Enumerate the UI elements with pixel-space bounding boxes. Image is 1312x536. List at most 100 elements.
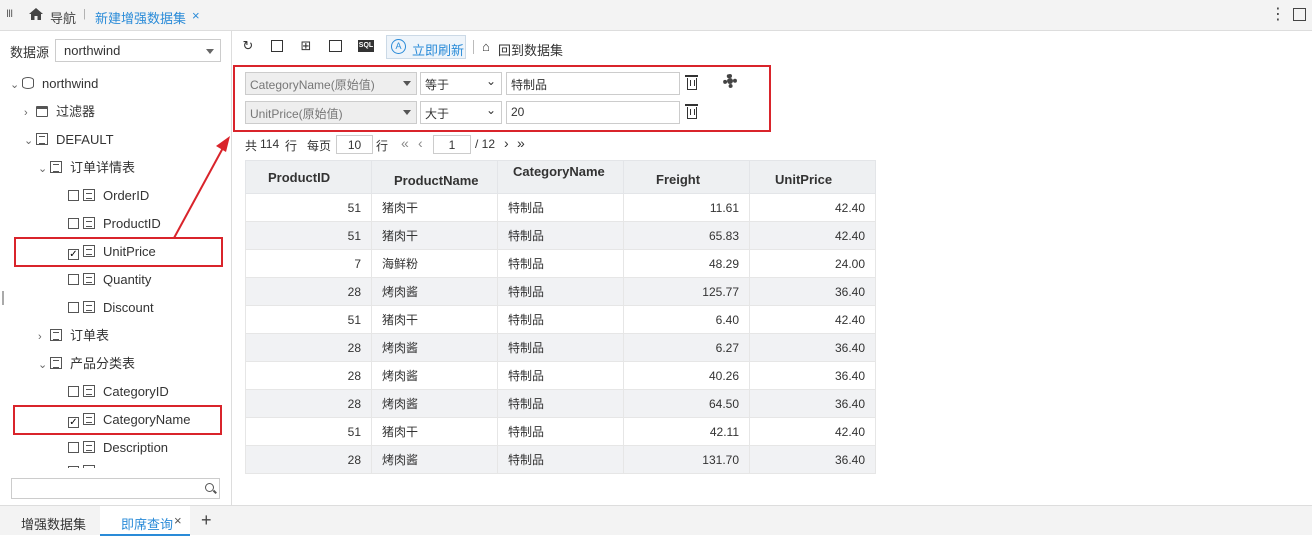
table-cell: 海鲜粉 (371, 249, 498, 278)
checkbox[interactable] (68, 274, 79, 285)
table-cell: 36.40 (749, 445, 876, 474)
filter-operator-select[interactable]: 大于 ⌄ (420, 101, 502, 124)
top-bar: III 导航 | 新建增强数据集 × ⋮ (0, 0, 1312, 31)
delete-icon[interactable] (685, 104, 698, 119)
filter-value-input[interactable]: 特制品 (506, 72, 680, 95)
chevron-down-icon[interactable]: ⌄ (38, 355, 50, 375)
checkbox[interactable] (68, 190, 79, 201)
refresh-now-label[interactable]: 立即刷新 (412, 40, 464, 59)
column-header[interactable]: ProductID (245, 160, 372, 194)
field-quantity[interactable]: Quantity (68, 270, 151, 290)
filter-field-select[interactable]: UnitPrice(原始值) (245, 101, 417, 124)
delete-icon[interactable] (685, 75, 698, 90)
highlight-box-categoryname (13, 405, 222, 435)
datasource-panel: 数据源 northwind ⌄ northwind › 过滤器 ⌄ DEFAULT ⌄… (0, 31, 232, 505)
chevron-down-icon: ⌄ (485, 74, 496, 88)
table-row[interactable]: 28 烤肉酱 特制品 131.70 36.40 (245, 445, 876, 474)
field-discount[interactable]: Discount (68, 298, 154, 318)
table-cell: 42.11 (623, 417, 750, 446)
hierarchy-icon[interactable]: ⊞ (299, 39, 313, 53)
menu-icon[interactable]: III (6, 8, 13, 20)
chevron-right-icon[interactable]: › (38, 327, 50, 347)
column-header[interactable]: Freight (623, 160, 750, 194)
tree-item-order-details[interactable]: ⌄ 订单详情表 (38, 158, 135, 178)
table-row[interactable]: 51 猪肉干 特制品 11.61 42.40 (245, 193, 876, 222)
close-icon[interactable]: × (174, 513, 182, 528)
tab-adhoc-query[interactable]: 即席查询 (121, 514, 173, 533)
table-row[interactable]: 51 猪肉干 特制品 6.40 42.40 (245, 305, 876, 334)
more-icon[interactable]: ⋮ (1270, 4, 1286, 24)
table-cell: 特制品 (497, 193, 624, 222)
tree-item-northwind[interactable]: ⌄ northwind (10, 74, 98, 94)
table-cell: 51 (245, 305, 372, 334)
table-row[interactable]: 28 烤肉酱 特制品 64.50 36.40 (245, 389, 876, 418)
maximize-icon[interactable] (1293, 8, 1306, 21)
table-row[interactable]: 28 烤肉酱 特制品 6.27 36.40 (245, 333, 876, 362)
nav-link[interactable]: 导航 (50, 8, 76, 27)
tree-item-default[interactable]: ⌄ DEFAULT (24, 130, 114, 150)
filter-field-select[interactable]: CategoryName(原始值) (245, 72, 417, 95)
prev-page-icon[interactable]: ‹ (418, 135, 423, 151)
save-icon[interactable] (271, 40, 283, 52)
field-icon (83, 385, 95, 397)
caret-down-icon (403, 81, 411, 86)
chevron-right-icon[interactable]: › (24, 103, 36, 123)
last-page-icon[interactable]: » (517, 135, 525, 151)
first-page-icon[interactable]: « (401, 135, 409, 151)
checkbox[interactable] (68, 218, 79, 229)
table-cell: 24.00 (749, 249, 876, 278)
table-row[interactable]: 28 烤肉酱 特制品 125.77 36.40 (245, 277, 876, 306)
field-description[interactable]: Description (68, 438, 168, 458)
field-productid[interactable]: ProductID (68, 214, 161, 234)
search-icon[interactable] (205, 483, 214, 492)
field-categoryid[interactable]: CategoryID (68, 382, 169, 402)
chevron-down-icon[interactable]: ⌄ (10, 75, 22, 95)
field-search-input[interactable] (11, 478, 220, 499)
field-orderid[interactable]: OrderID (68, 186, 149, 206)
caret-down-icon (206, 49, 214, 54)
checkbox[interactable] (68, 302, 79, 313)
table-cell: 烤肉酱 (371, 277, 498, 306)
add-tab-icon[interactable]: + (201, 510, 212, 531)
page-number-input[interactable]: 1 (433, 135, 471, 154)
tree-item-filters[interactable]: › 过滤器 (24, 102, 95, 122)
filter-value-input[interactable]: 20 (506, 101, 680, 124)
table-view-icon[interactable] (329, 40, 342, 52)
tab-close-icon[interactable]: × (192, 8, 200, 23)
gear-icon[interactable] (723, 74, 737, 88)
chevron-down-icon[interactable]: ⌄ (38, 159, 50, 179)
column-header[interactable]: UnitPrice (749, 160, 876, 194)
table-row[interactable]: 28 烤肉酱 特制品 40.26 36.40 (245, 361, 876, 390)
auto-refresh-icon: A (391, 39, 406, 54)
field-partial (68, 462, 103, 468)
table-cell: 特制品 (497, 445, 624, 474)
column-header[interactable]: ProductName (371, 160, 498, 194)
back-to-dataset-button[interactable]: 回到数据集 (498, 40, 563, 59)
tab-new-dataset[interactable]: 新建增强数据集 (95, 8, 186, 27)
table-cell: 36.40 (749, 389, 876, 418)
sql-icon[interactable]: SQL (358, 40, 374, 52)
column-header[interactable]: CategoryName (497, 160, 624, 194)
tree-item-categories[interactable]: ⌄ 产品分类表 (38, 354, 135, 374)
filter-operator-select[interactable]: 等于 ⌄ (420, 72, 502, 95)
chevron-down-icon[interactable]: ⌄ (24, 131, 36, 151)
total-count: 114 (260, 137, 280, 151)
total-suffix: 行 (285, 139, 298, 153)
datasource-select[interactable]: northwind (55, 39, 221, 62)
table-cell: 28 (245, 361, 372, 390)
checkbox[interactable] (68, 442, 79, 453)
resize-handle[interactable] (2, 291, 4, 305)
next-page-icon[interactable]: › (504, 135, 509, 151)
table-cell: 特制品 (497, 389, 624, 418)
checkbox[interactable] (68, 386, 79, 397)
tab-enhanced-dataset[interactable]: 增强数据集 (21, 514, 86, 533)
home-outline-icon[interactable]: ⌂ (482, 39, 490, 54)
table-row[interactable]: 7 海鲜粉 特制品 48.29 24.00 (245, 249, 876, 278)
tree-item-orders[interactable]: › 订单表 (38, 326, 109, 346)
table-row[interactable]: 51 猪肉干 特制品 42.11 42.40 (245, 417, 876, 446)
reload-icon[interactable]: ↻ (241, 39, 255, 53)
per-page-input[interactable]: 10 (336, 135, 373, 154)
table-row[interactable]: 51 猪肉干 特制品 65.83 42.40 (245, 221, 876, 250)
table-header-row: ProductID ProductName CategoryName Freig… (245, 160, 876, 194)
home-icon[interactable] (28, 6, 44, 22)
